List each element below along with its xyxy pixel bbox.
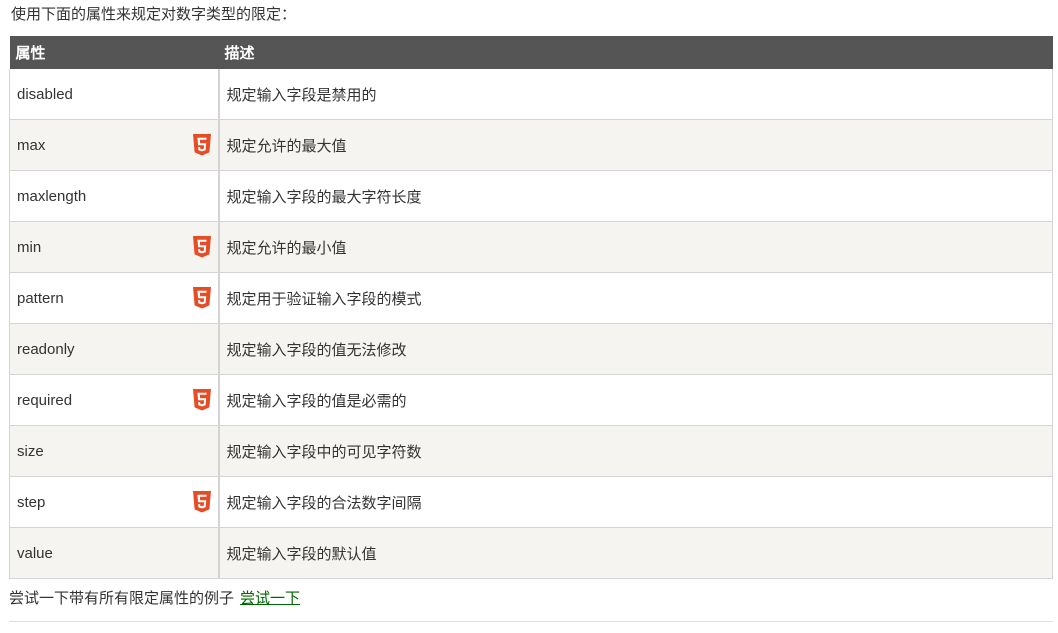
attribute-name: step (17, 493, 46, 511)
table-header-row: 属性 描述 (9, 36, 1053, 69)
description-cell: 规定允许的最大值 (218, 119, 1053, 171)
description-cell: 规定输入字段的合法数字间隔 (218, 476, 1053, 528)
attribute-name: maxlength (17, 187, 87, 205)
attribute-name: pattern (17, 289, 64, 307)
table-row: maxlength 规定输入字段的最大字符长度 (9, 170, 1053, 222)
header-attribute: 属性 (9, 36, 219, 69)
attribute-cell: value (9, 527, 220, 579)
attribute-cell: pattern (9, 272, 220, 324)
header-description: 描述 (218, 36, 1053, 69)
attribute-name: max (17, 136, 46, 154)
html5-icon (192, 389, 211, 411)
description-cell: 规定输入字段的最大字符长度 (218, 170, 1053, 222)
description-cell: 规定输入字段的默认值 (218, 527, 1053, 579)
table-row: required 规定输入字段的值是必需的 (9, 374, 1053, 426)
try-it-link[interactable]: 尝试一下 (240, 590, 300, 607)
try-it-line: 尝试一下带有所有限定属性的例子 尝试一下 (9, 588, 300, 610)
description-cell: 规定输入字段的值是必需的 (218, 374, 1053, 426)
description-cell: 规定用于验证输入字段的模式 (218, 272, 1053, 324)
attribute-name: value (17, 544, 53, 562)
attribute-cell: size (9, 425, 220, 477)
table-row: readonly 规定输入字段的值无法修改 (9, 323, 1053, 375)
table-row: disabled 规定输入字段是禁用的 (9, 69, 1053, 120)
attribute-cell: readonly (9, 323, 220, 375)
description-cell: 规定输入字段的值无法修改 (218, 323, 1053, 375)
attribute-cell: min (9, 221, 220, 273)
description-cell: 规定输入字段中的可见字符数 (218, 425, 1053, 477)
attribute-name: readonly (17, 340, 75, 358)
attribute-cell: disabled (9, 69, 220, 120)
html5-icon (192, 491, 211, 513)
intro-text: 使用下面的属性来规定对数字类型的限定： (11, 6, 297, 23)
attribute-name: disabled (17, 85, 73, 103)
table-row: pattern 规定用于验证输入字段的模式 (9, 272, 1053, 324)
html5-icon (192, 134, 211, 156)
table-row: value 规定输入字段的默认值 (9, 527, 1053, 579)
attributes-table: 属性 描述 disabled 规定输入字段是禁用的 max 规定允许的最大值 maxle… (9, 36, 1053, 579)
divider (9, 621, 1053, 622)
description-cell: 规定输入字段是禁用的 (218, 69, 1053, 120)
attribute-cell: required (9, 374, 220, 426)
html5-icon (192, 287, 211, 309)
html5-icon (192, 236, 211, 258)
attribute-name: min (17, 238, 42, 256)
table-row: size 规定输入字段中的可见字符数 (9, 425, 1053, 477)
table-row: max 规定允许的最大值 (9, 119, 1053, 171)
table-row: min 规定允许的最小值 (9, 221, 1053, 273)
attribute-cell: maxlength (9, 170, 220, 222)
attribute-cell: step (9, 476, 220, 528)
description-cell: 规定允许的最小值 (218, 221, 1053, 273)
table-row: step 规定输入字段的合法数字间隔 (9, 476, 1053, 528)
attribute-name: required (17, 391, 73, 409)
try-it-text: 尝试一下带有所有限定属性的例子 (9, 590, 235, 607)
attribute-cell: max (9, 119, 220, 171)
attribute-name: size (17, 442, 44, 460)
